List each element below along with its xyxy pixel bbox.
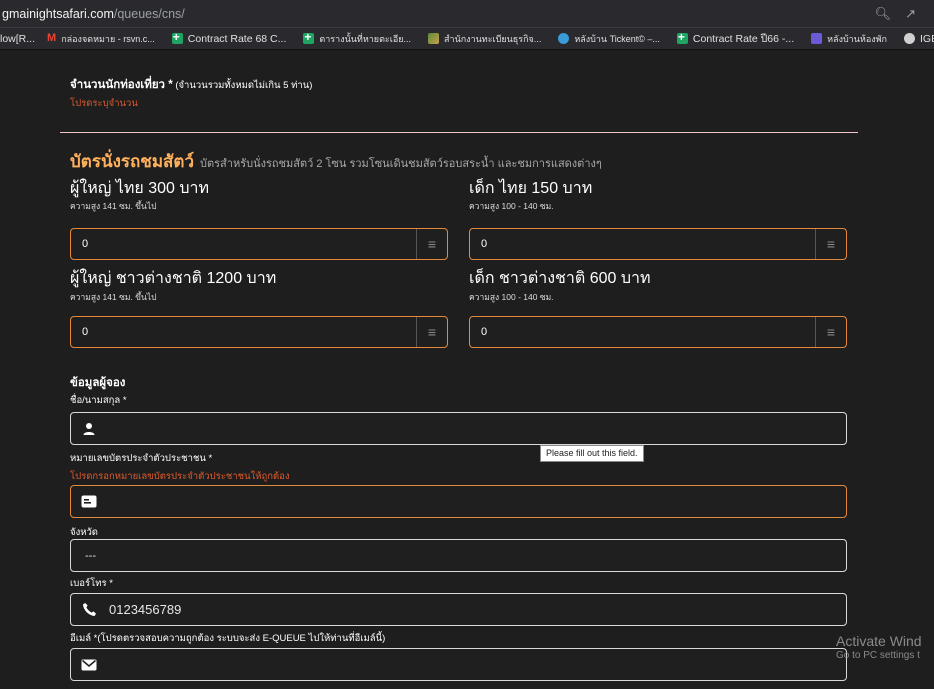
sheets-icon (171, 30, 183, 44)
ticket-subtitle: ความสูง 100 - 140 ซม. (469, 201, 554, 211)
tram-section-title: บัตรนั่งรถชมสัตว์ (70, 152, 195, 171)
bookmark-label: IGENCO workflow (920, 32, 934, 45)
url-path: /queues/cns/ (113, 6, 185, 21)
spinner-icon[interactable]: ≡ (416, 229, 447, 259)
bookmark-item[interactable]: Contract Rate ปี66 -... (676, 30, 795, 47)
visitors-hint: (จำนวนรวมทั้งหมดไม่เกิน 5 ท่าน) (172, 80, 313, 91)
email-label: อีเมล์ *(โปรดตรวจสอบความถูกต้อง ระบบจะส่… (70, 633, 386, 644)
address-bar-icons: 🔍︎ ↗ (875, 6, 916, 22)
watermark-line-2: Go to PC settings t (836, 650, 920, 661)
circle-icon (558, 33, 570, 44)
ticket-quantity-input[interactable]: 0 ≡ (70, 316, 448, 348)
province-label: จังหวัด (70, 527, 98, 538)
ticket-title: เด็ก ชาวต่างชาติ 600 บาท (469, 270, 651, 287)
sheets-icon (676, 30, 688, 44)
bookmark-label: สำนักงานทะเบียนธุรกิจ... (444, 33, 542, 44)
ticket-quantity-value: 0 (82, 238, 89, 250)
tram-section-description: บัตรสำหรับนั่งรถชมสัตว์ 2 โซน รวมโซนเดิน… (200, 158, 602, 170)
ticket-subtitle: ความสูง 141 ซม. ขึ้นไป (70, 201, 157, 211)
ticket-quantity-input[interactable]: 0 ≡ (469, 228, 847, 260)
spinner-icon[interactable]: ≡ (815, 317, 846, 347)
address-bar[interactable]: gmainightsafari.com/queues/cns/ 🔍︎ ↗ (0, 0, 934, 28)
gmail-icon: M (47, 32, 57, 44)
bookmark-label: Contract Rate ปี66 -... (692, 33, 795, 45)
url-host: gmainightsafari.com (2, 6, 114, 21)
bookmark-item[interactable]: ตารางนั้นที่หายตะเอีย... (303, 30, 412, 46)
id-card-icon (81, 494, 97, 510)
validation-tooltip: Please fill out this field. (540, 445, 644, 462)
bookmark-item[interactable]: Contract Rate 68 C... (171, 30, 287, 45)
email-field[interactable] (70, 648, 847, 681)
bookmark-label: หลังบ้านห้องพัก (827, 33, 888, 44)
windows-activation-watermark: Activate Wind Go to PC settings t (836, 633, 922, 661)
page-content: จำนวนนักท่องเที่ยว * (จำนวนรวมทั้งหมดไม่… (0, 51, 934, 689)
zoom-icon[interactable]: 🔍︎ (875, 6, 892, 22)
user-icon (81, 421, 97, 437)
ticket-title: ผู้ใหญ่ ไทย 300 บาท (70, 180, 210, 197)
id-card-label: หมายเลขบัตรประจำตัวประชาชน * (70, 453, 213, 464)
booker-heading: ข้อมูลผู้จอง (70, 377, 126, 389)
ticket-title: เด็ก ไทย 150 บาท (469, 180, 593, 197)
sheets-icon (303, 30, 315, 44)
phone-label: เบอร์โทร * (70, 578, 113, 589)
bookmarks-bar: low[R... M กล่องจดหมาย - rsvn.c... Contr… (0, 28, 934, 50)
watermark-line-1: Activate Wind (836, 633, 922, 649)
id-card-error: โปรดกรอกหมายเลขบัตรประจำตัวประชาชนให้ถูก… (70, 471, 290, 482)
bookmark-item[interactable]: สำนักงานทะเบียนธุรกิจ... (428, 32, 541, 46)
province-value: --- (85, 549, 96, 562)
image-icon (428, 33, 440, 44)
bookmark-label: ตารางนั้นที่หายตะเอีย... (319, 33, 412, 44)
id-card-field[interactable] (70, 485, 847, 518)
bookmark-label: หลังบ้าน Tickent© –... (574, 33, 660, 44)
ticket-quantity-input[interactable]: 0 ≡ (70, 228, 448, 260)
name-label: ชื่อ/นามสกุล * (70, 395, 127, 406)
ticket-quantity-value: 0 (481, 326, 488, 338)
bookmark-item[interactable]: low[R... (0, 33, 35, 45)
bookmark-label: กล่องจดหมาย - rsvn.c... (61, 33, 155, 44)
ticket-title: ผู้ใหญ่ ชาวต่างชาติ 1200 บาท (70, 270, 277, 287)
bookmark-item[interactable]: IGENCO workflow (904, 33, 934, 45)
bookmark-label: low[R... (0, 32, 36, 45)
purple-icon (811, 33, 823, 44)
spinner-icon[interactable]: ≡ (815, 229, 846, 259)
ticket-quantity-value: 0 (481, 238, 488, 250)
phone-value: 0123456789 (109, 602, 182, 617)
envelope-icon (81, 657, 97, 673)
ticket-subtitle: ความสูง 141 ซม. ขึ้นไป (70, 292, 157, 302)
province-select[interactable]: --- (70, 539, 847, 572)
visitors-label: จำนวนนักท่องเที่ยว * (จำนวนรวมทั้งหมดไม่… (70, 75, 312, 94)
globe-icon (904, 33, 916, 44)
phone-field[interactable]: 0123456789 (70, 593, 847, 626)
required-mark: * (165, 79, 173, 91)
ticket-quantity-input[interactable]: 0 ≡ (469, 316, 847, 348)
spinner-icon[interactable]: ≡ (416, 317, 447, 347)
ticket-quantity-value: 0 (82, 326, 89, 338)
bookmark-item[interactable]: หลังบ้านห้องพัก (811, 32, 887, 46)
bookmark-label: Contract Rate 68 C... (187, 32, 287, 45)
tram-section-header: บัตรนั่งรถชมสัตว์ บัตรสำหรับนั่งรถชมสัตว์… (70, 148, 602, 175)
name-field[interactable] (70, 412, 847, 445)
section-divider (60, 132, 858, 133)
visitors-error: โปรดระบุจำนวน (70, 98, 138, 109)
bookmark-item[interactable]: หลังบ้าน Tickent© –... (558, 32, 660, 46)
phone-icon (81, 602, 97, 618)
visitors-label-text: จำนวนนักท่องเที่ยว (70, 79, 166, 91)
share-icon[interactable]: ↗ (905, 6, 916, 22)
ticket-subtitle: ความสูง 100 - 140 ซม. (469, 292, 554, 302)
bookmark-item[interactable]: M กล่องจดหมาย - rsvn.c... (47, 32, 155, 46)
